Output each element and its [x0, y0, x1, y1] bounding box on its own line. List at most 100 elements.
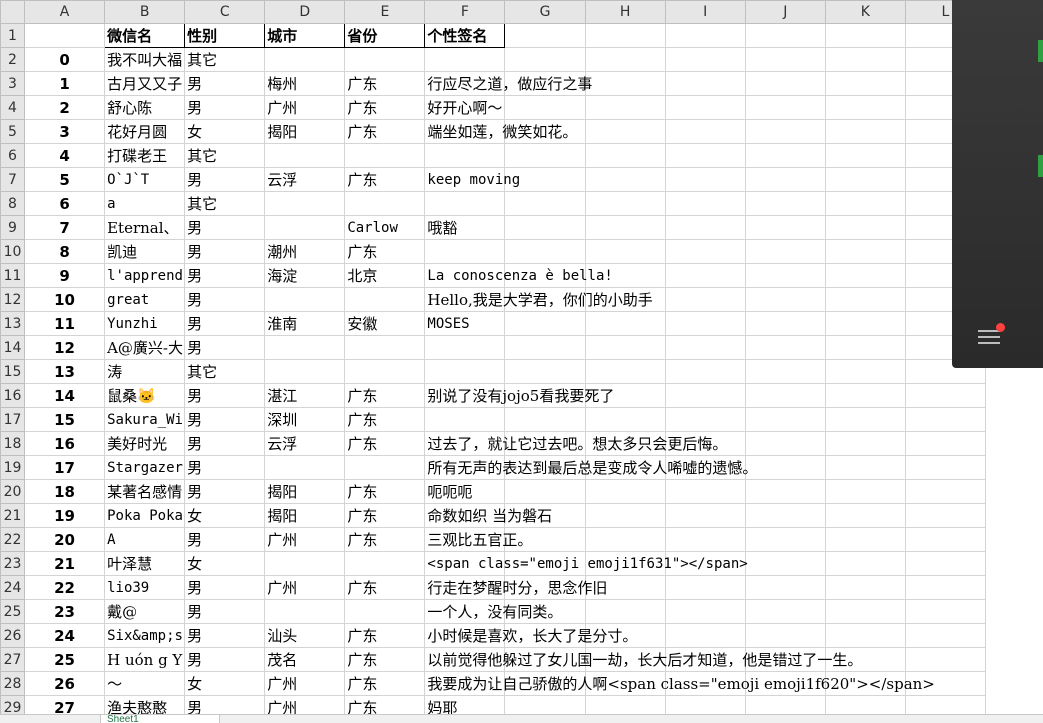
signature-cell[interactable]: 好开心啊～ [424, 95, 506, 120]
gender-cell[interactable]: 女 [184, 503, 266, 528]
row-header[interactable]: 24 [0, 575, 26, 600]
city-cell[interactable]: 潮州 [264, 239, 346, 264]
signature-cell[interactable] [424, 359, 506, 384]
cell[interactable] [664, 359, 746, 384]
gender-cell[interactable]: 男 [184, 575, 266, 600]
city-cell[interactable] [264, 551, 346, 576]
wechat-name-cell[interactable]: Six&amp;s [104, 623, 186, 648]
cell[interactable] [744, 503, 826, 528]
gender-cell[interactable]: 男 [184, 311, 266, 336]
cell[interactable] [824, 71, 906, 96]
cell[interactable] [824, 551, 906, 576]
index-cell[interactable]: 1 [24, 71, 106, 96]
cell[interactable] [824, 215, 906, 240]
index-cell[interactable]: 12 [24, 335, 106, 360]
gender-cell[interactable]: 男 [184, 95, 266, 120]
index-cell[interactable]: 24 [24, 623, 106, 648]
province-cell[interactable]: 广东 [344, 167, 426, 192]
province-cell[interactable]: 广东 [344, 527, 426, 552]
row-header[interactable]: 15 [0, 359, 26, 384]
province-cell[interactable]: 安徽 [344, 311, 426, 336]
cell[interactable] [584, 191, 666, 216]
cell[interactable] [744, 431, 826, 456]
cell[interactable] [904, 599, 987, 624]
row-header[interactable]: 5 [0, 119, 26, 144]
province-cell[interactable] [344, 335, 426, 360]
cell[interactable] [904, 647, 987, 672]
wechat-name-cell[interactable]: l'apprendre [104, 263, 186, 288]
row-header[interactable]: 13 [0, 311, 26, 336]
cell[interactable] [904, 407, 987, 432]
city-cell[interactable] [264, 191, 346, 216]
column-header-d[interactable]: D [264, 0, 346, 24]
cell[interactable] [824, 383, 906, 408]
cell[interactable] [664, 143, 746, 168]
index-cell[interactable]: 25 [24, 647, 106, 672]
cell[interactable] [584, 167, 666, 192]
row-header[interactable]: 21 [0, 503, 26, 528]
row-header[interactable]: 2 [0, 47, 26, 72]
cell[interactable] [744, 47, 826, 72]
column-header-g[interactable]: G [504, 0, 586, 24]
cell[interactable] [904, 695, 987, 714]
cell[interactable] [744, 215, 826, 240]
signature-cell[interactable]: 命数如织 当为磐石 [424, 503, 552, 528]
cell[interactable] [904, 575, 987, 600]
header-cell[interactable]: 个性签名 [424, 23, 506, 48]
index-cell[interactable]: 21 [24, 551, 106, 576]
row-header[interactable]: 1 [0, 23, 26, 48]
gender-cell[interactable]: 女 [184, 119, 266, 144]
cell[interactable] [664, 599, 746, 624]
cell[interactable] [664, 95, 746, 120]
province-cell[interactable] [344, 47, 426, 72]
wechat-name-cell[interactable]: H uón g Y [104, 647, 186, 672]
city-cell[interactable]: 海淀 [264, 263, 346, 288]
cell[interactable] [504, 407, 586, 432]
cell[interactable] [744, 359, 826, 384]
city-cell[interactable] [264, 287, 346, 312]
header-cell[interactable]: 城市 [264, 23, 346, 48]
column-header-c[interactable]: C [184, 0, 266, 24]
index-cell[interactable]: 16 [24, 431, 106, 456]
row-header[interactable]: 16 [0, 383, 26, 408]
cell[interactable] [584, 335, 666, 360]
row-header[interactable]: 22 [0, 527, 26, 552]
city-cell[interactable]: 梅州 [264, 71, 346, 96]
header-cell[interactable]: 微信名 [104, 23, 186, 48]
cell[interactable] [824, 575, 906, 600]
header-cell[interactable] [24, 23, 106, 48]
index-cell[interactable]: 0 [24, 47, 106, 72]
cell[interactable] [824, 695, 906, 714]
signature-cell[interactable]: 哦豁 [424, 215, 506, 240]
cell[interactable] [744, 383, 826, 408]
cell[interactable] [824, 95, 906, 120]
cell[interactable] [824, 455, 906, 480]
province-cell[interactable]: 广东 [344, 623, 426, 648]
province-cell[interactable] [344, 359, 426, 384]
index-cell[interactable]: 9 [24, 263, 106, 288]
wechat-name-cell[interactable]: 打碟老王 [104, 143, 186, 168]
cell[interactable] [824, 311, 906, 336]
city-cell[interactable] [264, 47, 346, 72]
city-cell[interactable]: 深圳 [264, 407, 346, 432]
cell[interactable] [504, 47, 586, 72]
hamburger-menu-icon[interactable] [978, 323, 1005, 347]
cell[interactable] [824, 335, 906, 360]
gender-cell[interactable]: 男 [184, 407, 266, 432]
cell[interactable] [584, 311, 666, 336]
gender-cell[interactable]: 男 [184, 599, 266, 624]
cell[interactable] [584, 527, 666, 552]
cell[interactable] [584, 479, 666, 504]
cell[interactable] [744, 335, 826, 360]
gender-cell[interactable]: 男 [184, 335, 266, 360]
cell[interactable] [664, 71, 746, 96]
province-cell[interactable]: 广东 [344, 647, 426, 672]
cell[interactable] [664, 263, 746, 288]
city-cell[interactable]: 广州 [264, 575, 346, 600]
cell[interactable] [584, 95, 666, 120]
cell[interactable] [744, 239, 826, 264]
cell[interactable] [744, 695, 826, 714]
cell[interactable] [744, 71, 826, 96]
index-cell[interactable]: 15 [24, 407, 106, 432]
cell[interactable] [824, 119, 906, 144]
